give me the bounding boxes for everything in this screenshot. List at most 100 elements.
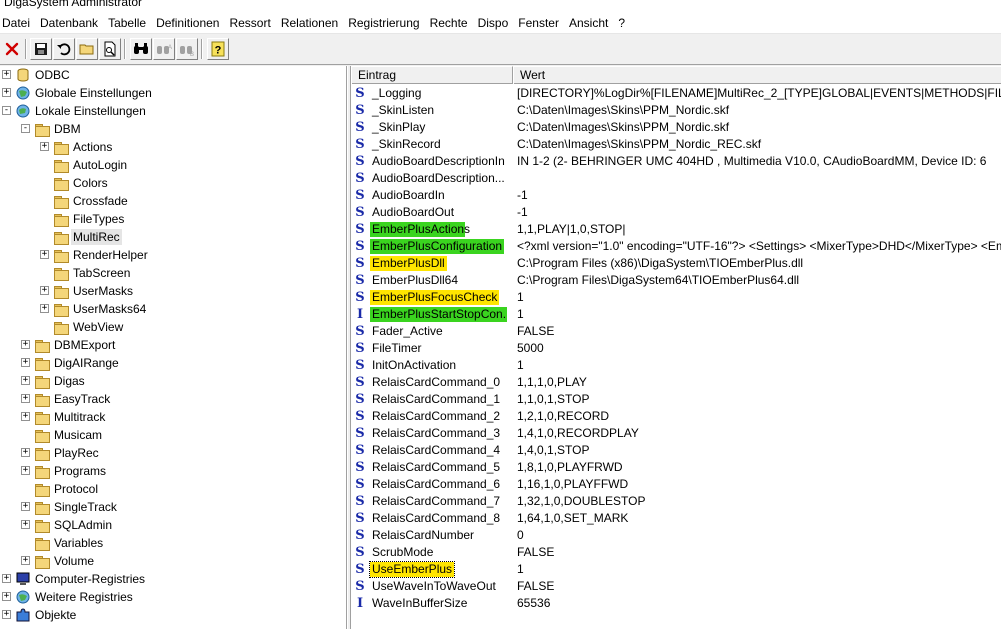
table-row[interactable]: S _SkinListen C:\Daten\Images\Skins\PPM_No… bbox=[351, 102, 1001, 119]
menu-item-relationen[interactable]: Relationen bbox=[276, 13, 343, 33]
table-row[interactable]: S UseWaveInToWaveOut FALSE bbox=[351, 578, 1001, 595]
table-row[interactable]: S InitOnActivation 1 bbox=[351, 357, 1001, 374]
menu-item-dispo[interactable]: Dispo bbox=[473, 13, 514, 33]
table-row[interactable]: S EmberPlusDll64 C:\Program Files\DigaSyst… bbox=[351, 272, 1001, 289]
table-row[interactable]: S FileTimer 5000 bbox=[351, 340, 1001, 357]
expand-icon[interactable]: + bbox=[2, 610, 11, 619]
column-header-entry[interactable]: Eintrag bbox=[351, 66, 513, 84]
tree-node[interactable]: + UserMasks bbox=[0, 282, 346, 300]
registry-tree[interactable]: + ODBC + Globale Einstellungen - Lokale Einst… bbox=[0, 66, 347, 629]
collapse-icon[interactable]: - bbox=[2, 106, 11, 115]
expand-icon[interactable]: + bbox=[21, 376, 30, 385]
expand-icon[interactable]: + bbox=[2, 574, 11, 583]
tree-node[interactable]: Variables bbox=[0, 534, 346, 552]
tree-node[interactable]: Musicam bbox=[0, 426, 346, 444]
settings-grid[interactable]: Eintrag Wert S _Logging [DIRECTORY]%LogDir… bbox=[351, 66, 1001, 629]
menu-item-datenbank[interactable]: Datenbank bbox=[35, 13, 103, 33]
menu-item-fenster[interactable]: Fenster bbox=[513, 13, 564, 33]
tree-node[interactable]: MultiRec bbox=[0, 228, 346, 246]
expand-icon[interactable]: + bbox=[2, 88, 11, 97]
tree-node[interactable]: + Actions bbox=[0, 138, 346, 156]
table-row[interactable]: S _SkinPlay C:\Daten\Images\Skins\PPM_Nord… bbox=[351, 119, 1001, 136]
tree-node[interactable]: + PlayRec bbox=[0, 444, 346, 462]
table-row[interactable]: S EmberPlusActions 1,1,PLAY|1,0,STOP| bbox=[351, 221, 1001, 238]
help-button[interactable]: ? bbox=[207, 38, 229, 60]
tree-node[interactable]: + EasyTrack bbox=[0, 390, 346, 408]
table-row[interactable]: S RelaisCardCommand_1 1,1,0,1,STOP bbox=[351, 391, 1001, 408]
table-row[interactable]: S RelaisCardCommand_2 1,2,1,0,RECORD bbox=[351, 408, 1001, 425]
menu-item-ressort[interactable]: Ressort bbox=[224, 13, 275, 33]
expand-icon[interactable]: + bbox=[21, 340, 30, 349]
table-row[interactable]: S RelaisCardCommand_3 1,4,1,0,RECORDPLAY bbox=[351, 425, 1001, 442]
tree-node[interactable]: - Lokale Einstellungen bbox=[0, 102, 346, 120]
tree-node[interactable]: + Computer-Registries bbox=[0, 570, 346, 588]
table-row[interactable]: I WaveInBufferSize 65536 bbox=[351, 595, 1001, 612]
expand-icon[interactable]: + bbox=[21, 466, 30, 475]
tree-node[interactable]: + SingleTrack bbox=[0, 498, 346, 516]
expand-icon[interactable]: + bbox=[21, 502, 30, 511]
table-row[interactable]: I EmberPlusStartStopCon... 1 bbox=[351, 306, 1001, 323]
table-row[interactable]: S RelaisCardCommand_6 1,16,1,0,PLAYFFWD bbox=[351, 476, 1001, 493]
table-row[interactable]: S AudioBoardDescription... bbox=[351, 170, 1001, 187]
expand-icon[interactable]: + bbox=[21, 556, 30, 565]
tree-node[interactable]: + Volume bbox=[0, 552, 346, 570]
column-header-value[interactable]: Wert bbox=[513, 66, 1001, 84]
save-button[interactable] bbox=[30, 38, 52, 60]
table-row[interactable]: S _SkinRecord C:\Daten\Images\Skins\PPM_No… bbox=[351, 136, 1001, 153]
expand-icon[interactable]: + bbox=[40, 286, 49, 295]
menu-item-registrierung[interactable]: Registrierung bbox=[343, 13, 424, 33]
tree-node[interactable]: + Programs bbox=[0, 462, 346, 480]
expand-icon[interactable]: + bbox=[40, 142, 49, 151]
tree-node[interactable]: FileTypes bbox=[0, 210, 346, 228]
table-row[interactable]: S RelaisCardCommand_4 1,4,0,1,STOP bbox=[351, 442, 1001, 459]
table-row[interactable]: S EmberPlusConfiguration <?xml version="1.… bbox=[351, 238, 1001, 255]
tree-node[interactable]: + UserMasks64 bbox=[0, 300, 346, 318]
table-row[interactable]: S _Logging [DIRECTORY]%LogDir%[FILENAME]Mu… bbox=[351, 85, 1001, 102]
expand-icon[interactable]: + bbox=[21, 394, 30, 403]
menu-item-datei[interactable]: Datei bbox=[0, 13, 35, 33]
tree-node[interactable]: + Objekte bbox=[0, 606, 346, 624]
tree-node[interactable]: - DBM bbox=[0, 120, 346, 138]
expand-icon[interactable]: + bbox=[40, 304, 49, 313]
table-row[interactable]: S UseEmberPlus 1 bbox=[351, 561, 1001, 578]
menu-item-ansicht[interactable]: Ansicht bbox=[564, 13, 613, 33]
expand-icon[interactable]: + bbox=[40, 250, 49, 259]
table-row[interactable]: S RelaisCardCommand_7 1,32,1,0,DOUBLESTOP bbox=[351, 493, 1001, 510]
menu-item-help[interactable]: ? bbox=[613, 13, 630, 33]
table-row[interactable]: S EmberPlusFocusCheck 1 bbox=[351, 289, 1001, 306]
expand-icon[interactable]: + bbox=[21, 358, 30, 367]
tree-node[interactable]: Colors bbox=[0, 174, 346, 192]
open-button[interactable] bbox=[76, 38, 98, 60]
table-row[interactable]: S RelaisCardCommand_0 1,1,1,0,PLAY bbox=[351, 374, 1001, 391]
expand-icon[interactable]: + bbox=[21, 412, 30, 421]
menu-item-rechte[interactable]: Rechte bbox=[425, 13, 473, 33]
delete-button[interactable] bbox=[1, 38, 23, 60]
undo-button[interactable] bbox=[53, 38, 75, 60]
table-row[interactable]: S RelaisCardCommand_5 1,8,1,0,PLAYFRWD bbox=[351, 459, 1001, 476]
expand-icon[interactable]: + bbox=[2, 592, 11, 601]
tree-node[interactable]: + SQLAdmin bbox=[0, 516, 346, 534]
tree-node[interactable]: + Digas bbox=[0, 372, 346, 390]
tree-node[interactable]: TabScreen bbox=[0, 264, 346, 282]
tree-node[interactable]: + Globale Einstellungen bbox=[0, 84, 346, 102]
find-button[interactable] bbox=[130, 38, 152, 60]
table-row[interactable]: S EmberPlusDll C:\Program Files (x86)\Diga… bbox=[351, 255, 1001, 272]
tree-node[interactable]: + RenderHelper bbox=[0, 246, 346, 264]
table-row[interactable]: S RelaisCardNumber 0 bbox=[351, 527, 1001, 544]
expand-icon[interactable]: + bbox=[21, 448, 30, 457]
find-next-button[interactable]: A bbox=[153, 38, 175, 60]
menu-item-definitionen[interactable]: Definitionen bbox=[151, 13, 224, 33]
table-row[interactable]: S ScrubMode FALSE bbox=[351, 544, 1001, 561]
tree-node[interactable]: + DigAIRange bbox=[0, 354, 346, 372]
expand-icon[interactable]: + bbox=[21, 520, 30, 529]
tree-node[interactable]: Crossfade bbox=[0, 192, 346, 210]
tree-node[interactable]: WebView bbox=[0, 318, 346, 336]
tree-node[interactable]: + Multitrack bbox=[0, 408, 346, 426]
table-row[interactable]: S RelaisCardCommand_8 1,64,1,0,SET_MARK bbox=[351, 510, 1001, 527]
table-row[interactable]: S AudioBoardOut -1 bbox=[351, 204, 1001, 221]
tree-node[interactable]: + DBMExport bbox=[0, 336, 346, 354]
expand-icon[interactable]: + bbox=[2, 70, 11, 79]
tree-node[interactable]: + ODBC bbox=[0, 66, 346, 84]
tree-node[interactable]: + Weitere Registries bbox=[0, 588, 346, 606]
menu-item-tabelle[interactable]: Tabelle bbox=[103, 13, 151, 33]
